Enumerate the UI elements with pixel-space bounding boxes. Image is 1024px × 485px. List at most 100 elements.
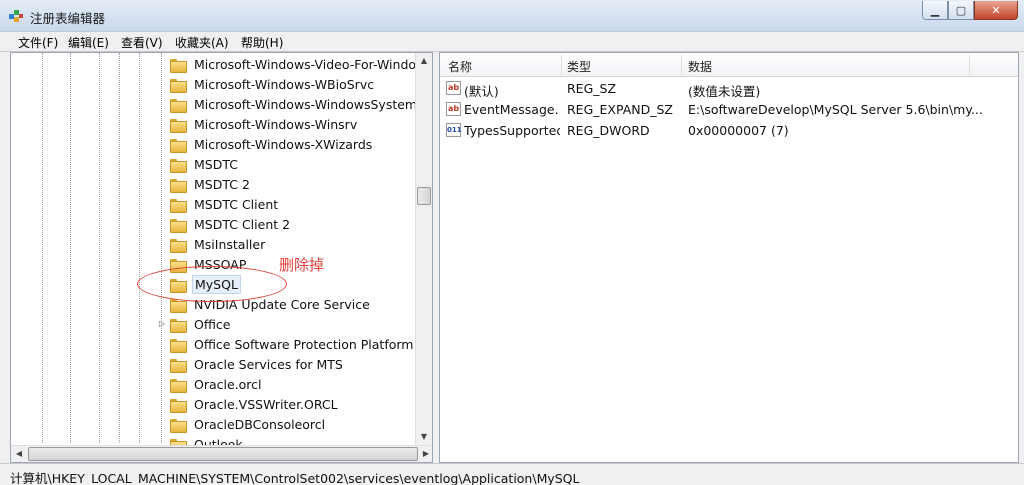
tree-item-label[interactable]: Oracle.VSSWriter.ORCL xyxy=(192,396,340,413)
folder-icon xyxy=(170,138,187,153)
tree-item-label[interactable]: Microsoft-Windows-WindowsSystemAssessmen… xyxy=(192,96,432,113)
tree-item-label[interactable]: Office Software Protection Platform Serv… xyxy=(192,336,432,353)
tree-item[interactable]: Oracle.VSSWriter.ORCL xyxy=(157,394,340,414)
tree-item[interactable]: MSDTC Client 2 xyxy=(157,214,292,234)
tree-vertical-scrollbar[interactable]: ▲ ▼ xyxy=(415,53,432,445)
folder-icon xyxy=(170,178,187,193)
registry-editor-icon xyxy=(9,10,23,22)
tree-item[interactable]: MsiInstaller xyxy=(157,234,267,254)
tree-item[interactable]: Microsoft-Windows-XWizards xyxy=(157,134,374,154)
column-data[interactable]: 数据 xyxy=(688,58,712,75)
string-value-icon: ab xyxy=(446,102,461,116)
tree-item[interactable]: MSDTC 2 xyxy=(157,174,252,194)
folder-icon xyxy=(170,158,187,173)
tree-item-label[interactable]: Oracle Services for MTS xyxy=(192,356,345,373)
folder-icon xyxy=(170,198,187,213)
tree-item-label[interactable]: Microsoft-Windows-Winsrv xyxy=(192,116,359,133)
menu-file[interactable]: 文件(F) xyxy=(14,34,62,51)
status-bar: 计算机\HKEY_LOCAL_MACHINE\SYSTEM\ControlSet… xyxy=(0,463,1024,485)
tree-item[interactable]: Microsoft-Windows-WBioSrvc xyxy=(157,74,376,94)
folder-icon xyxy=(170,358,187,373)
value-type: REG_DWORD xyxy=(567,123,650,138)
tree-item-label[interactable]: OracleDBConsoleorcl xyxy=(192,416,327,433)
list-item[interactable]: ab (默认) REG_SZ (数值未设置) xyxy=(440,78,1018,99)
tree-item[interactable]: MSDTC xyxy=(157,154,240,174)
key-path: 计算机\HKEY_LOCAL_MACHINE\SYSTEM\ControlSet… xyxy=(10,471,580,485)
tree-item[interactable]: Oracle Services for MTS xyxy=(157,354,345,374)
value-name: TypesSupported xyxy=(464,123,560,138)
menu-view[interactable]: 查看(V) xyxy=(117,34,167,51)
string-value-icon: ab xyxy=(446,81,461,95)
scroll-right-icon[interactable]: ▶ xyxy=(418,446,432,462)
tree-item[interactable]: MSDTC Client xyxy=(157,194,280,214)
scroll-down-icon[interactable]: ▼ xyxy=(416,429,432,445)
tree-item[interactable]: Office Software Protection Platform Serv… xyxy=(157,334,432,354)
column-type[interactable]: 类型 xyxy=(567,58,591,75)
tree-item-label[interactable]: Oracle.orcl xyxy=(192,376,264,393)
tree-item-label[interactable]: MSDTC Client 2 xyxy=(192,216,292,233)
tree-item-label[interactable]: Microsoft-Windows-XWizards xyxy=(192,136,374,153)
folder-icon xyxy=(170,98,187,113)
close-button[interactable]: ✕ xyxy=(974,1,1018,20)
tree-item-label[interactable]: MSDTC 2 xyxy=(192,176,252,193)
folder-icon xyxy=(170,398,187,413)
tree-item-label[interactable]: MsiInstaller xyxy=(192,236,267,253)
expand-arrow-icon[interactable]: ▷ xyxy=(157,319,167,329)
list-header: 名称 类型 数据 xyxy=(440,53,1018,77)
tree-item-label[interactable]: Office xyxy=(192,316,233,333)
list-item[interactable]: 011 TypesSupported REG_DWORD 0x00000007 (7) xyxy=(440,120,1018,141)
binary-value-icon: 011 xyxy=(446,123,462,137)
value-name: EventMessage... xyxy=(464,102,560,117)
value-data: 0x00000007 (7) xyxy=(688,123,789,138)
annotation-text: 删除掉 xyxy=(279,256,325,274)
annotation-ellipse xyxy=(137,266,287,302)
tree-item[interactable]: Microsoft-Windows-Video-For-Windows xyxy=(157,54,432,74)
menu-help[interactable]: 帮助(H) xyxy=(237,34,287,51)
value-type: REG_EXPAND_SZ xyxy=(567,102,673,117)
folder-icon xyxy=(170,78,187,93)
maximize-button[interactable]: ▢ xyxy=(948,1,974,20)
tree-item-label[interactable]: Microsoft-Windows-WBioSrvc xyxy=(192,76,376,93)
menu-favorites[interactable]: 收藏夹(A) xyxy=(171,34,233,51)
values-list-pane[interactable]: 名称 类型 数据 ab (默认) REG_SZ (数值未设置) ab EventMessa… xyxy=(439,52,1019,463)
tree-scroll-thumb[interactable] xyxy=(417,187,431,205)
list-item[interactable]: ab EventMessage... REG_EXPAND_SZ E:\softwar… xyxy=(440,99,1018,120)
folder-icon xyxy=(170,318,187,333)
scroll-up-icon[interactable]: ▲ xyxy=(416,53,432,69)
menu-edit[interactable]: 编辑(E) xyxy=(64,34,113,51)
folder-icon xyxy=(170,58,187,73)
key-tree-pane[interactable]: Microsoft-Windows-Video-For-Windows Micro… xyxy=(10,52,433,463)
minimize-button[interactable]: ▁ xyxy=(922,1,948,20)
value-name: (默认) xyxy=(464,84,499,99)
tree-item-label[interactable]: MSDTC xyxy=(192,156,240,173)
folder-icon xyxy=(170,378,187,393)
tree-item[interactable]: ▷ Office xyxy=(157,314,233,334)
tree-item[interactable]: Microsoft-Windows-Winsrv xyxy=(157,114,359,134)
window-title: 注册表编辑器 xyxy=(30,11,106,26)
tree-item[interactable]: Microsoft-Windows-WindowsSystemAssessmen… xyxy=(157,94,432,114)
value-data: (数值未设置) xyxy=(688,84,761,99)
column-name[interactable]: 名称 xyxy=(448,58,472,75)
tree-item[interactable]: Oracle.orcl xyxy=(157,374,264,394)
tree-hscroll-thumb[interactable] xyxy=(28,447,418,461)
scroll-left-icon[interactable]: ◀ xyxy=(11,446,27,462)
tree-horizontal-scrollbar[interactable]: ◀ ▶ xyxy=(11,445,432,462)
tree-item-label[interactable]: Microsoft-Windows-Video-For-Windows xyxy=(192,56,432,73)
tree-item-label[interactable]: MSDTC Client xyxy=(192,196,280,213)
tree-item[interactable]: OracleDBConsoleorcl xyxy=(157,414,327,434)
